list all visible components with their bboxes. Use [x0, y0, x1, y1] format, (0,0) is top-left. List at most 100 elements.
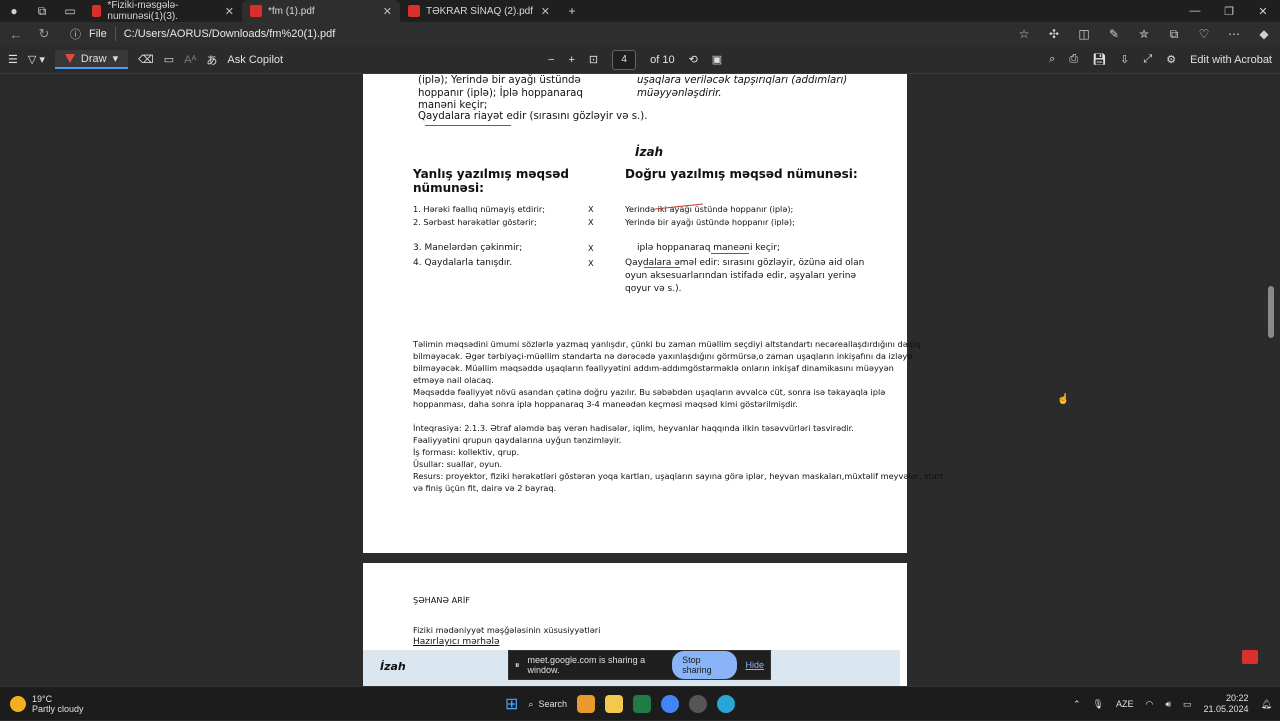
right-item: oyun aksesuarlarından istifadə edir, əşy… [625, 271, 857, 281]
tab-fm[interactable]: *fm (1).pdf ✕ [242, 0, 400, 22]
draw-label: Draw [80, 52, 107, 65]
wrong-heading: Yanlış yazılmış məqsəd [413, 167, 569, 181]
volume-icon[interactable]: 🔊︎ [1165, 699, 1171, 710]
acrobat-icon[interactable] [1242, 650, 1258, 664]
tab-title: TƏKRAR SİNAQ (2).pdf [426, 5, 533, 17]
new-tab-icon[interactable]: + [558, 0, 586, 22]
close-icon[interactable]: ✕ [225, 5, 234, 18]
x-mark: X [588, 258, 594, 268]
hide-link[interactable]: Hide [745, 660, 764, 670]
stop-sharing-button[interactable]: Stop sharing [672, 651, 738, 679]
browser-actions: ☆ ✣ ◫ ✎ ✮ ⧉ ♡ ⋯ ◆ [1014, 27, 1274, 42]
detail-line: Fəaliyyətini qrupun qaydalarına uyğun tə… [413, 435, 622, 445]
pdf-toolbar: ☰ ▽ ▾ Draw ▾ ⌫ ▭ Aᴬ あ Ask Copilot − + ⊡ … [0, 46, 1280, 74]
collections-icon[interactable]: ⧉ [1164, 27, 1184, 42]
share-text: meet.google.com is sharing a window. [527, 655, 646, 675]
browser-essentials-icon[interactable]: ♡ [1194, 27, 1214, 42]
pdf-file-icon [92, 5, 102, 17]
paragraph-line: Məqsəddə fəaliyyət növü asandan çətinə d… [413, 387, 886, 397]
profile-avatar-icon[interactable]: ● [0, 0, 28, 22]
edge-icon[interactable] [716, 695, 735, 713]
paragraph-line: Təlimin məqsədini ümumi sözlərlə yazmaq … [413, 339, 921, 349]
page-number-input[interactable]: 4 [612, 49, 637, 70]
find-icon[interactable]: ⌕ [1049, 53, 1055, 66]
file-explorer-icon[interactable] [604, 695, 623, 713]
pdf-viewport[interactable]: (iplə); Yerində bir ayağı üstündə hoppan… [0, 74, 1280, 686]
page-view-icon[interactable]: ▣ [712, 53, 722, 66]
wrong-heading: nümunəsi: [413, 181, 484, 195]
language-indicator[interactable]: AZE [1116, 699, 1134, 709]
excel-icon[interactable] [632, 695, 651, 713]
microphone-icon[interactable]: 🎙︎ [1093, 699, 1104, 710]
pdf-page-4: (iplə); Yerində bir ayağı üstündə hoppan… [363, 74, 943, 553]
clock[interactable]: 20:22 21.05.2024 [1204, 693, 1249, 715]
contents-icon[interactable]: ☰ [8, 53, 18, 66]
pdf-toolbar-right: ⌕ ⎙ 💾︎ ⇩ ⤢ ⚙ Edit with Acrobat [1049, 53, 1272, 66]
tab-fiziki[interactable]: *Fiziki-məsgələ-numunəsi(1)(3). ✕ [84, 0, 242, 22]
more-icon[interactable]: ⋯ [1224, 27, 1244, 42]
back-icon[interactable]: ← [6, 27, 26, 42]
start-icon[interactable]: ⊞ [505, 694, 518, 714]
refresh-icon[interactable]: ↻ [34, 26, 54, 42]
settings-icon[interactable]: ⚙ [1166, 53, 1176, 66]
save-as-icon[interactable]: ⇩ [1120, 53, 1129, 66]
close-icon[interactable]: ✕ [541, 5, 550, 18]
split-screen-icon[interactable]: ◫ [1074, 27, 1094, 42]
chevron-up-icon[interactable]: ⌃ [1073, 699, 1081, 710]
ask-copilot-button[interactable]: Ask Copilot [227, 54, 283, 66]
tab-tekrar[interactable]: TƏKRAR SİNAQ (2).pdf ✕ [400, 0, 558, 22]
eraser-icon[interactable]: ⌫ [138, 53, 154, 66]
translate-icon[interactable]: あ [206, 52, 217, 68]
text-format-icon[interactable]: Aᴬ [184, 54, 196, 66]
workspaces-icon[interactable]: ⧉ [28, 0, 56, 22]
opera-icon[interactable] [688, 695, 707, 713]
copilot-icon[interactable]: ◆ [1254, 27, 1274, 42]
info-icon[interactable]: ⓘ [70, 26, 81, 42]
notification-icon[interactable]: 🔔︎ [1261, 699, 1272, 710]
tab-actions-icon[interactable]: ▭ [56, 0, 84, 22]
screen-share-bar: ⏸ meet.google.com is sharing a window. S… [508, 650, 771, 680]
izah-heading: İzah [635, 145, 664, 159]
text-line: (iplə); Yerində bir ayağı üstündə [418, 75, 581, 86]
restore-icon[interactable]: ❐ [1212, 5, 1246, 18]
ink-annotation [644, 267, 680, 268]
zoom-out-icon[interactable]: − [548, 54, 554, 66]
close-window-icon[interactable]: ✕ [1246, 5, 1280, 18]
highlight-icon[interactable]: ▽ ▾ [28, 53, 45, 66]
minimize-icon[interactable]: — [1178, 5, 1212, 18]
x-mark: X [588, 243, 594, 253]
read-aloud-icon[interactable]: ✎ [1104, 27, 1124, 42]
search-icon: ⌕ [528, 698, 534, 709]
text-box-icon[interactable]: ▭ [164, 53, 174, 66]
weather-widget[interactable]: 19°C Partly cloudy [0, 694, 180, 714]
save-icon[interactable]: 💾︎ [1092, 53, 1106, 66]
widgets-app-icon[interactable] [576, 695, 595, 713]
ink-annotation [711, 253, 749, 254]
favorite-icon[interactable]: ☆ [1014, 27, 1034, 42]
text-line: Hazırlayıcı mərhələ [413, 637, 500, 647]
search-button[interactable]: ⌕ Search [528, 699, 567, 710]
battery-icon[interactable]: ▭ [1183, 699, 1192, 710]
address-bar[interactable]: ⓘ File C:/Users/AORUS/Downloads/fm%20(1)… [70, 26, 335, 42]
zoom-in-icon[interactable]: + [568, 54, 574, 66]
close-icon[interactable]: ✕ [383, 5, 392, 18]
rotate-icon[interactable]: ⟲ [689, 53, 698, 66]
fullscreen-icon[interactable]: ⤢ [1143, 53, 1152, 66]
chevron-down-icon[interactable]: ▾ [113, 52, 119, 65]
draw-button[interactable]: Draw ▾ [54, 50, 129, 69]
wrong-item: 4. Qaydalarla tanışdır. [413, 258, 513, 268]
wrong-item: 2. Sərbəst hərəkətlər göstərir; [413, 217, 537, 227]
paragraph-line: bilməyəcək. Müəllim məqsəddə uşaqların f… [413, 363, 894, 373]
vertical-scrollbar[interactable] [1268, 286, 1274, 338]
fit-page-icon[interactable]: ⊡ [589, 53, 598, 66]
wifi-icon[interactable]: ◠ [1145, 699, 1153, 710]
url-text[interactable]: C:/Users/AORUS/Downloads/fm%20(1).pdf [124, 28, 336, 40]
favorites-icon[interactable]: ✮ [1134, 27, 1154, 42]
wrong-item: 3. Manelərdən çəkinmir; [413, 243, 523, 253]
print-icon[interactable]: ⎙ [1069, 53, 1078, 66]
detail-line: İnteqrasiya: 2.1.3. Ətraf aləmdə baş ver… [413, 423, 854, 433]
edit-with-acrobat-button[interactable]: Edit with Acrobat [1190, 54, 1272, 66]
extensions-icon[interactable]: ✣ [1044, 27, 1064, 42]
right-item: qoyur və s.). [625, 284, 682, 294]
chrome-icon[interactable] [660, 695, 679, 713]
